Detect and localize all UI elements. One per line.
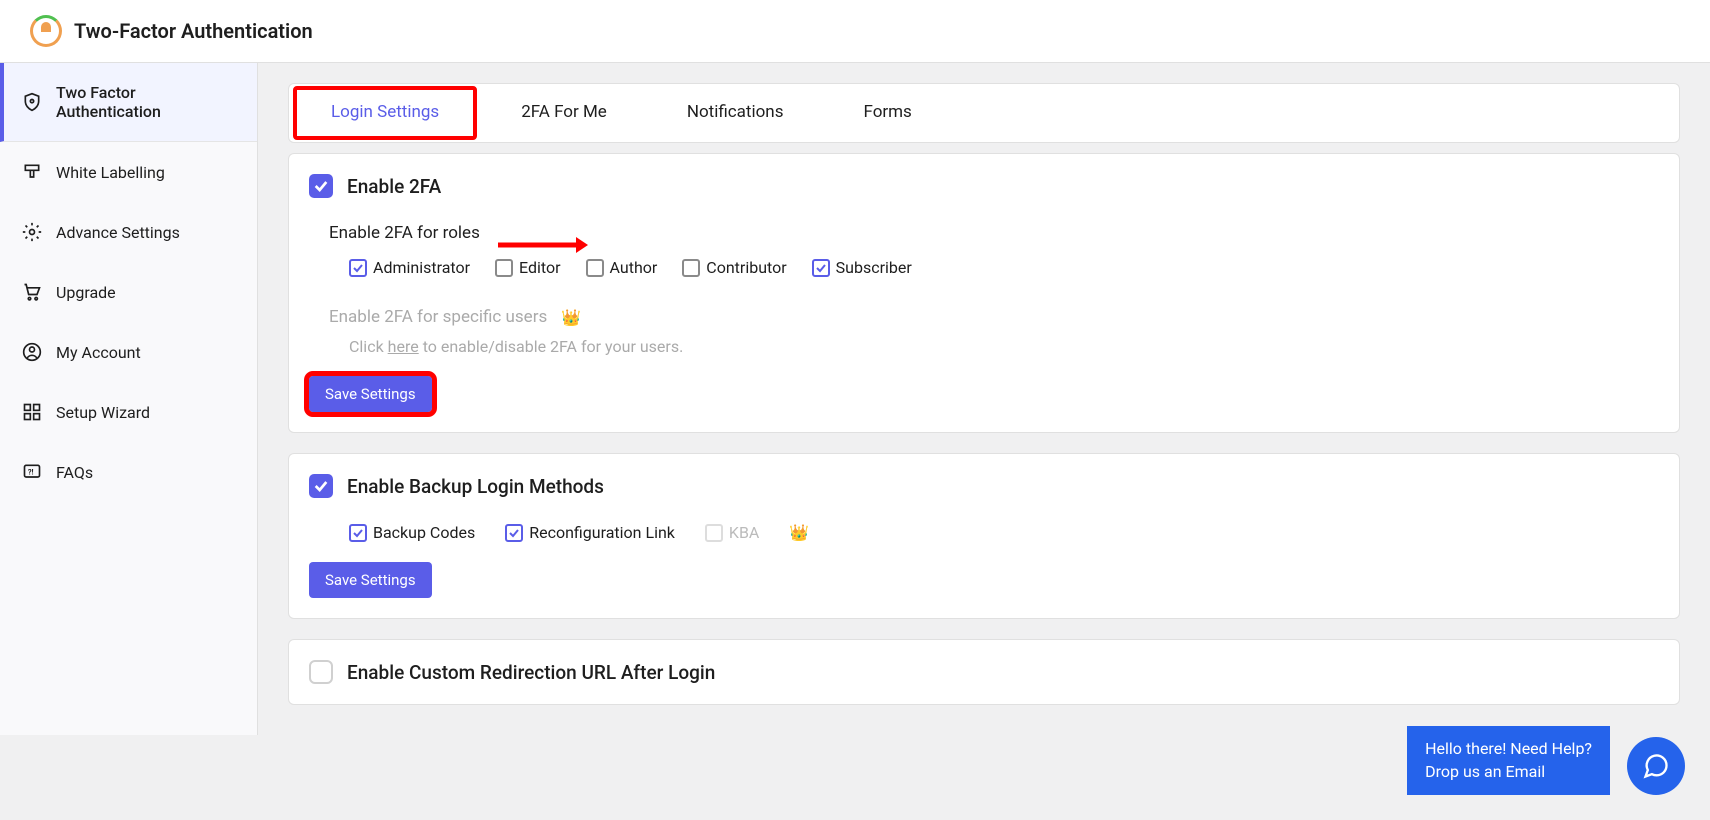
sidebar-item-label: Two Factor Authentication	[56, 83, 239, 121]
gear-icon	[22, 222, 42, 242]
backup-title: Enable Backup Login Methods	[347, 475, 604, 498]
sidebar-item-2fa[interactable]: Two Factor Authentication	[0, 63, 257, 142]
role-administrator-checkbox[interactable]	[349, 259, 367, 277]
help-line1: Hello there! Need Help?	[1425, 738, 1592, 760]
check-icon	[815, 262, 827, 274]
sidebar-item-label: Setup Wizard	[56, 403, 150, 422]
role-editor-checkbox[interactable]	[495, 259, 513, 277]
brush-icon	[22, 162, 42, 182]
backup-methods-card: Enable Backup Login Methods Backup Codes…	[288, 453, 1680, 619]
sidebar-item-label: Advance Settings	[56, 223, 180, 242]
shield-icon	[22, 92, 42, 112]
kba-label: KBA	[729, 523, 759, 542]
check-icon	[313, 178, 329, 194]
roles-row: Administrator Editor Author Contributor …	[349, 258, 1659, 277]
grid-icon	[22, 402, 42, 422]
check-icon	[508, 527, 520, 539]
redirect-title: Enable Custom Redirection URL After Logi…	[347, 661, 715, 684]
reconfig-label: Reconfiguration Link	[529, 523, 675, 542]
reconfig-checkbox[interactable]	[505, 524, 523, 542]
tab-notifications[interactable]: Notifications	[647, 84, 824, 142]
sidebar-item-label: Upgrade	[56, 283, 116, 302]
specific-users-heading: Enable 2FA for specific users 👑	[329, 307, 1659, 327]
redirect-card: Enable Custom Redirection URL After Logi…	[288, 639, 1680, 705]
crown-icon: 👑	[789, 523, 809, 542]
sidebar: Two Factor Authentication White Labellin…	[0, 63, 258, 735]
sidebar-item-whitelabel[interactable]: White Labelling	[0, 142, 257, 202]
sidebar-item-account[interactable]: My Account	[0, 322, 257, 382]
role-label: Administrator	[373, 258, 470, 277]
enable-2fa-title: Enable 2FA	[347, 175, 441, 198]
role-label: Author	[610, 258, 658, 277]
kba-checkbox[interactable]	[705, 524, 723, 542]
check-icon	[352, 262, 364, 274]
sidebar-item-upgrade[interactable]: Upgrade	[0, 262, 257, 322]
sidebar-item-advance[interactable]: Advance Settings	[0, 202, 257, 262]
backup-codes-checkbox[interactable]	[349, 524, 367, 542]
save-settings-button[interactable]: Save Settings	[309, 376, 432, 412]
sidebar-item-label: My Account	[56, 343, 141, 362]
chat-button[interactable]	[1627, 737, 1685, 795]
crown-icon: 👑	[561, 308, 581, 327]
backup-codes-label: Backup Codes	[373, 523, 475, 542]
tab-login-settings[interactable]: Login Settings	[295, 88, 475, 138]
here-link[interactable]: here	[388, 337, 419, 356]
specific-users-hint: Click here to enable/disable 2FA for you…	[349, 337, 1659, 356]
enable-redirect-checkbox[interactable]	[309, 660, 333, 684]
help-bubble[interactable]: Hello there! Need Help? Drop us an Email	[1407, 726, 1610, 795]
role-label: Contributor	[706, 258, 786, 277]
role-contributor-checkbox[interactable]	[682, 259, 700, 277]
enable-2fa-checkbox[interactable]	[309, 174, 333, 198]
role-label: Subscriber	[836, 258, 912, 277]
svg-text:?!: ?!	[28, 468, 34, 477]
tab-2fa-for-me[interactable]: 2FA For Me	[481, 84, 647, 142]
arrow-annotation-icon	[498, 235, 588, 259]
help-line2: Drop us an Email	[1425, 761, 1592, 783]
page-header: Two-Factor Authentication	[0, 0, 1710, 63]
sidebar-item-label: White Labelling	[56, 163, 165, 182]
tab-forms[interactable]: Forms	[823, 84, 951, 142]
main-content: Login Settings 2FA For Me Notifications …	[258, 63, 1710, 735]
chat-icon	[1642, 752, 1670, 780]
enable-2fa-card: Enable 2FA Enable 2FA for roles Administ…	[288, 153, 1680, 433]
sidebar-item-wizard[interactable]: Setup Wizard	[0, 382, 257, 442]
check-icon	[313, 478, 329, 494]
sidebar-item-label: FAQs	[56, 463, 93, 482]
role-label: Editor	[519, 258, 560, 277]
role-author-checkbox[interactable]	[586, 259, 604, 277]
page-title: Two-Factor Authentication	[74, 19, 313, 43]
role-subscriber-checkbox[interactable]	[812, 259, 830, 277]
tab-bar: Login Settings 2FA For Me Notifications …	[288, 83, 1680, 143]
cart-icon	[22, 282, 42, 302]
enable-backup-checkbox[interactable]	[309, 474, 333, 498]
logo-icon	[30, 15, 62, 47]
backup-row: Backup Codes Reconfiguration Link KBA 👑	[349, 523, 1659, 542]
save-settings-button[interactable]: Save Settings	[309, 562, 432, 598]
faq-icon: ?!	[22, 462, 42, 482]
check-icon	[352, 527, 364, 539]
user-icon	[22, 342, 42, 362]
sidebar-item-faqs[interactable]: ?! FAQs	[0, 442, 257, 502]
